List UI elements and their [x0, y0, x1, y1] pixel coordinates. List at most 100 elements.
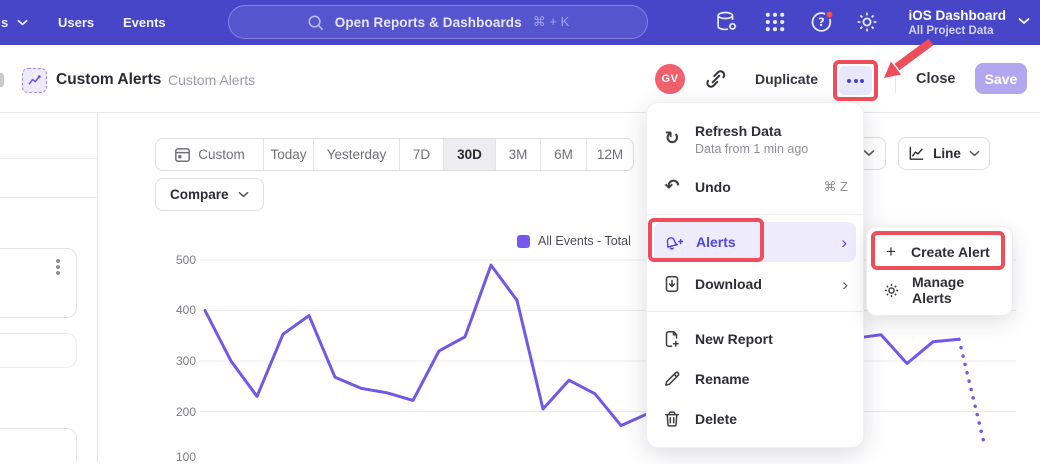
save-button[interactable]: Save: [975, 63, 1027, 94]
delete-label: Delete: [695, 411, 737, 427]
compare-label: Compare: [170, 187, 229, 202]
undo-icon: ↶: [662, 177, 682, 197]
sidebar-divider: [0, 197, 98, 198]
date-range-custom[interactable]: Custom: [156, 139, 264, 170]
report-chart-icon[interactable]: [22, 68, 47, 93]
date-range-7d[interactable]: 7D: [400, 139, 444, 170]
submenu-item-manage-alerts[interactable]: Manage Alerts: [867, 271, 1012, 309]
menu-item-download[interactable]: Download ›: [647, 264, 863, 304]
line-chart-icon: [908, 145, 925, 162]
header-divider: [895, 65, 896, 93]
compare-button[interactable]: Compare: [155, 178, 264, 211]
submenu-item-create-alert[interactable]: + Create Alert: [867, 233, 1012, 271]
nav-item-clipped[interactable]: s: [1, 0, 28, 45]
manage-alerts-label: Manage Alerts: [912, 274, 996, 306]
new-report-label: New Report: [695, 331, 773, 347]
alerts-label: Alerts: [696, 234, 736, 250]
calendar-icon: [174, 146, 191, 163]
apps-grid-icon[interactable]: [763, 10, 787, 34]
nav-item-clipped-label: s: [1, 15, 8, 30]
query-card[interactable]: [0, 248, 77, 318]
download-icon: [662, 274, 682, 294]
project-selector[interactable]: iOS Dashboard All Project Data: [908, 5, 1006, 41]
notification-dot: [826, 11, 833, 18]
date-range-today[interactable]: Today: [264, 139, 314, 170]
alerts-submenu: + Create Alert Manage Alerts: [866, 226, 1013, 316]
y-axis-tick: 400: [160, 303, 196, 317]
svg-text:?: ?: [818, 15, 825, 29]
page-title: Custom Alerts: [56, 71, 161, 89]
chart-line-dotted: [959, 339, 985, 447]
report-header: Custom Alerts Custom Alerts GV Duplicate…: [0, 45, 1040, 113]
nav-item-events[interactable]: Events: [123, 0, 166, 45]
date-range-12m[interactable]: 12M: [587, 139, 633, 170]
breadcrumb[interactable]: Custom Alerts: [168, 72, 255, 88]
chevron-down-icon: [1018, 17, 1030, 26]
menu-item-refresh-data[interactable]: ↻ Refresh Data Data from 1 min ago: [647, 111, 863, 167]
search-placeholder: Open Reports & Dashboards: [335, 15, 522, 30]
clipped-icon: [0, 73, 4, 87]
query-builder-sidebar: •••: [0, 113, 98, 462]
legend-swatch: [517, 235, 530, 248]
gear-icon: [883, 282, 900, 299]
menu-item-undo[interactable]: ↶ Undo ⌘ Z: [647, 167, 863, 207]
menu-divider: [647, 311, 863, 312]
menu-item-new-report[interactable]: New Report: [647, 319, 863, 359]
search-shortcut: ⌘ + K: [533, 14, 570, 30]
nav-item-users[interactable]: Users: [58, 0, 94, 45]
project-subtitle: All Project Data: [908, 24, 993, 38]
chevron-down-icon: [863, 149, 875, 158]
chevron-right-icon: ›: [842, 276, 848, 293]
chevron-down-icon: [969, 150, 980, 158]
duplicate-button[interactable]: Duplicate: [755, 71, 818, 87]
file-plus-icon: [662, 329, 682, 349]
create-alert-label: Create Alert: [911, 244, 990, 260]
legend-label: All Events - Total: [538, 234, 631, 248]
kebab-menu-icon[interactable]: •••: [52, 257, 64, 275]
trash-icon: [662, 409, 682, 429]
menu-item-alerts[interactable]: Alerts ›: [654, 222, 856, 262]
chevron-down-icon: [238, 191, 249, 199]
menu-item-delete[interactable]: Delete: [647, 399, 863, 439]
pencil-icon: [662, 369, 682, 389]
refresh-icon: ↻: [662, 129, 682, 149]
chart-type-button[interactable]: Line: [898, 137, 990, 170]
avatar[interactable]: GV: [655, 64, 685, 94]
menu-divider: [647, 214, 863, 215]
query-card[interactable]: [0, 333, 77, 368]
search-icon: [307, 14, 324, 31]
close-button[interactable]: Close: [916, 71, 956, 87]
menu-item-rename[interactable]: Rename: [647, 359, 863, 399]
chevron-right-icon: ›: [841, 234, 847, 251]
chart-legend[interactable]: All Events - Total: [517, 234, 631, 248]
project-title: iOS Dashboard: [908, 8, 1006, 24]
date-range-6m[interactable]: 6M: [541, 139, 587, 170]
chart-type-label: Line: [933, 146, 961, 161]
help-icon[interactable]: ?: [810, 10, 834, 34]
y-axis-tick: 300: [160, 354, 196, 368]
sidebar-divider: [0, 158, 98, 159]
undo-shortcut: ⌘ Z: [823, 179, 848, 195]
refresh-label: Refresh Data: [695, 123, 808, 139]
chevron-down-icon: [17, 19, 28, 27]
more-options-menu: ↻ Refresh Data Data from 1 min ago ↶ Und…: [646, 102, 864, 448]
settings-gear-icon[interactable]: [855, 10, 879, 34]
date-range-yesterday[interactable]: Yesterday: [314, 139, 400, 170]
global-search-input[interactable]: Open Reports & Dashboards ⌘ + K: [228, 5, 648, 39]
undo-label: Undo: [695, 179, 731, 195]
query-card[interactable]: [0, 428, 77, 462]
y-axis-tick: 200: [160, 405, 196, 419]
y-axis-tick: 500: [160, 253, 196, 267]
refresh-subtitle: Data from 1 min ago: [695, 142, 808, 156]
data-management-icon[interactable]: [715, 10, 739, 34]
plus-icon: +: [883, 242, 899, 262]
date-range-30d[interactable]: 30D: [444, 139, 496, 170]
more-options-button[interactable]: [839, 66, 872, 95]
date-range-3m[interactable]: 3M: [496, 139, 541, 170]
top-navbar: s Users Events Open Reports & Dashboards…: [0, 0, 1040, 45]
date-range-label: Custom: [198, 147, 245, 162]
download-label: Download: [695, 276, 762, 292]
bell-plus-icon: [663, 232, 683, 252]
share-link-icon[interactable]: [705, 68, 727, 90]
date-range-selector: Custom Today Yesterday 7D 30D 3M 6M 12M: [155, 138, 634, 171]
